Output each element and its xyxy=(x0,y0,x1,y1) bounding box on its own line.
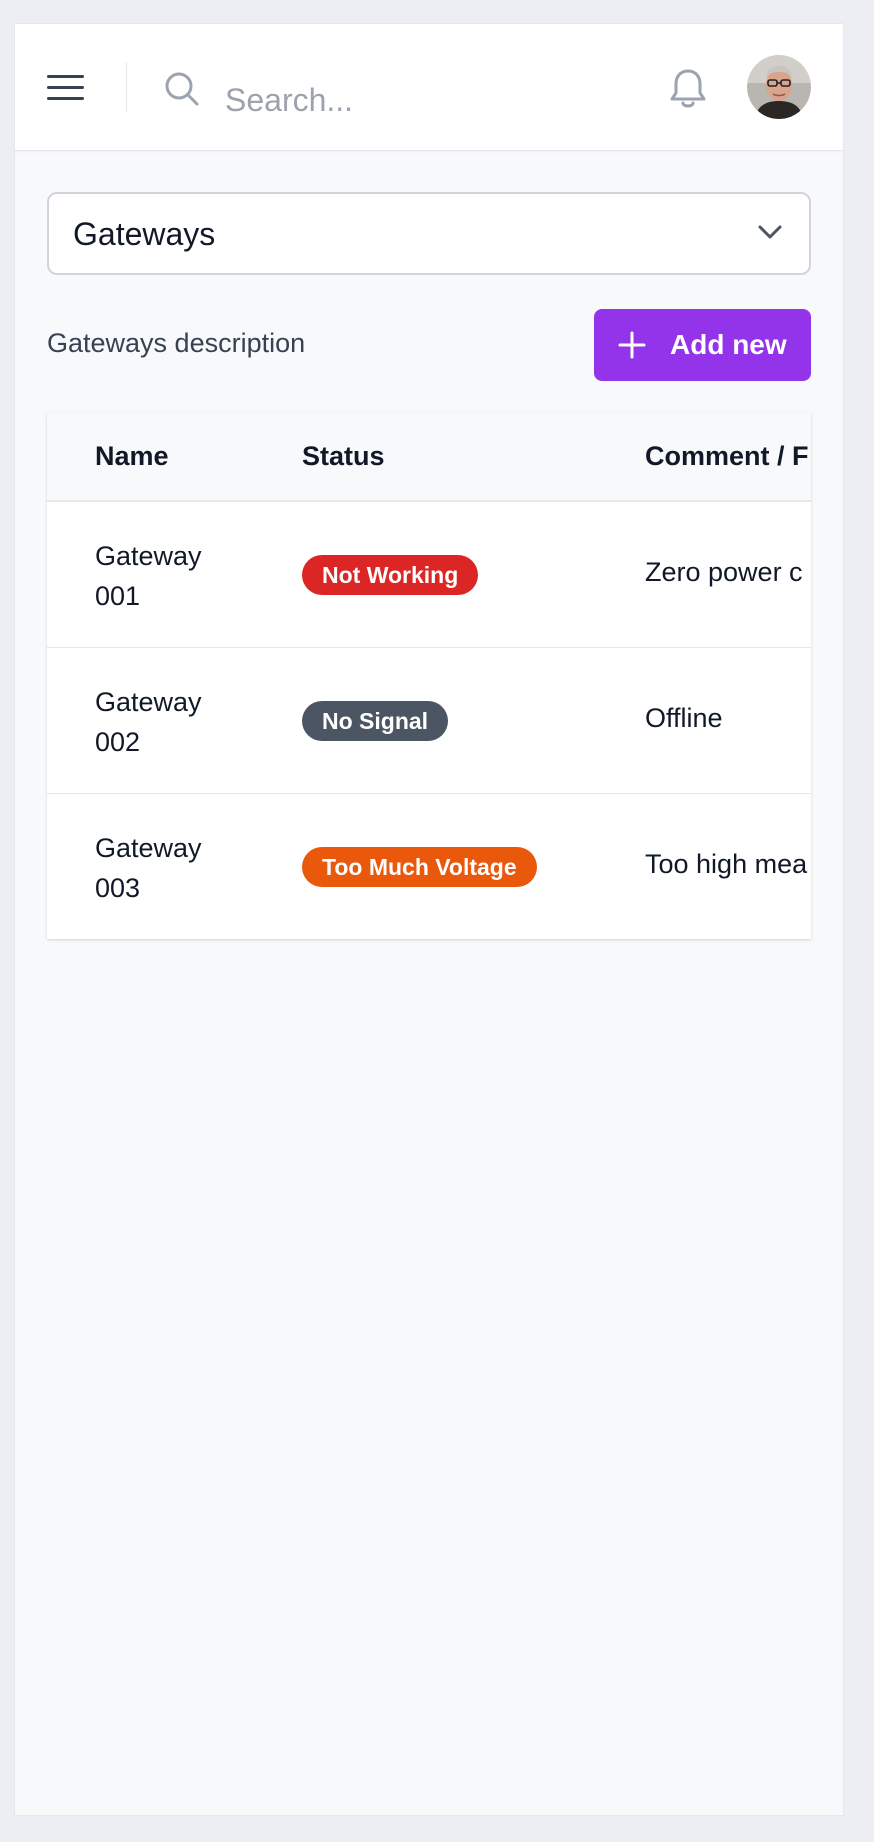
gateway-name: Gateway 002 xyxy=(95,687,202,757)
page-description: Gateways description xyxy=(47,328,306,358)
plus-icon xyxy=(618,331,646,359)
category-select[interactable]: Gateways xyxy=(47,192,811,275)
menu-icon[interactable] xyxy=(47,72,85,104)
search-icon xyxy=(165,72,199,106)
gateway-comment: Zero power c xyxy=(645,557,803,587)
table-row[interactable]: Gateway 003 Too Much Voltage Too high me… xyxy=(47,794,811,939)
add-new-button[interactable]: Add new xyxy=(594,309,811,381)
chevron-down-icon xyxy=(758,225,782,239)
top-bar xyxy=(15,24,843,151)
gateways-table: Name Status Comment / F Gateway 001 Not … xyxy=(47,413,811,939)
status-badge: Not Working xyxy=(302,555,479,595)
app-frame: Gateways Gateways description Add new Na… xyxy=(14,23,844,1816)
table-header: Name Status Comment / F xyxy=(47,413,811,502)
add-new-label: Add new xyxy=(670,329,787,360)
column-header-comment[interactable]: Comment / F xyxy=(645,441,809,472)
gateway-name: Gateway 001 xyxy=(95,541,202,611)
search-input[interactable] xyxy=(225,80,645,120)
column-header-name[interactable]: Name xyxy=(95,441,169,472)
status-badge: Too Much Voltage xyxy=(302,847,537,887)
avatar[interactable] xyxy=(747,55,811,119)
status-badge: No Signal xyxy=(302,701,449,741)
gateway-name: Gateway 003 xyxy=(95,833,202,903)
gateway-comment: Too high mea xyxy=(645,849,808,879)
column-header-status[interactable]: Status xyxy=(302,441,385,472)
header-divider xyxy=(126,62,127,112)
gateway-comment: Offline xyxy=(645,703,723,733)
bell-icon[interactable] xyxy=(667,66,709,112)
table-row[interactable]: Gateway 001 Not Working Zero power c xyxy=(47,502,811,648)
table-row[interactable]: Gateway 002 No Signal Offline xyxy=(47,648,811,794)
select-value: Gateways xyxy=(73,216,216,252)
